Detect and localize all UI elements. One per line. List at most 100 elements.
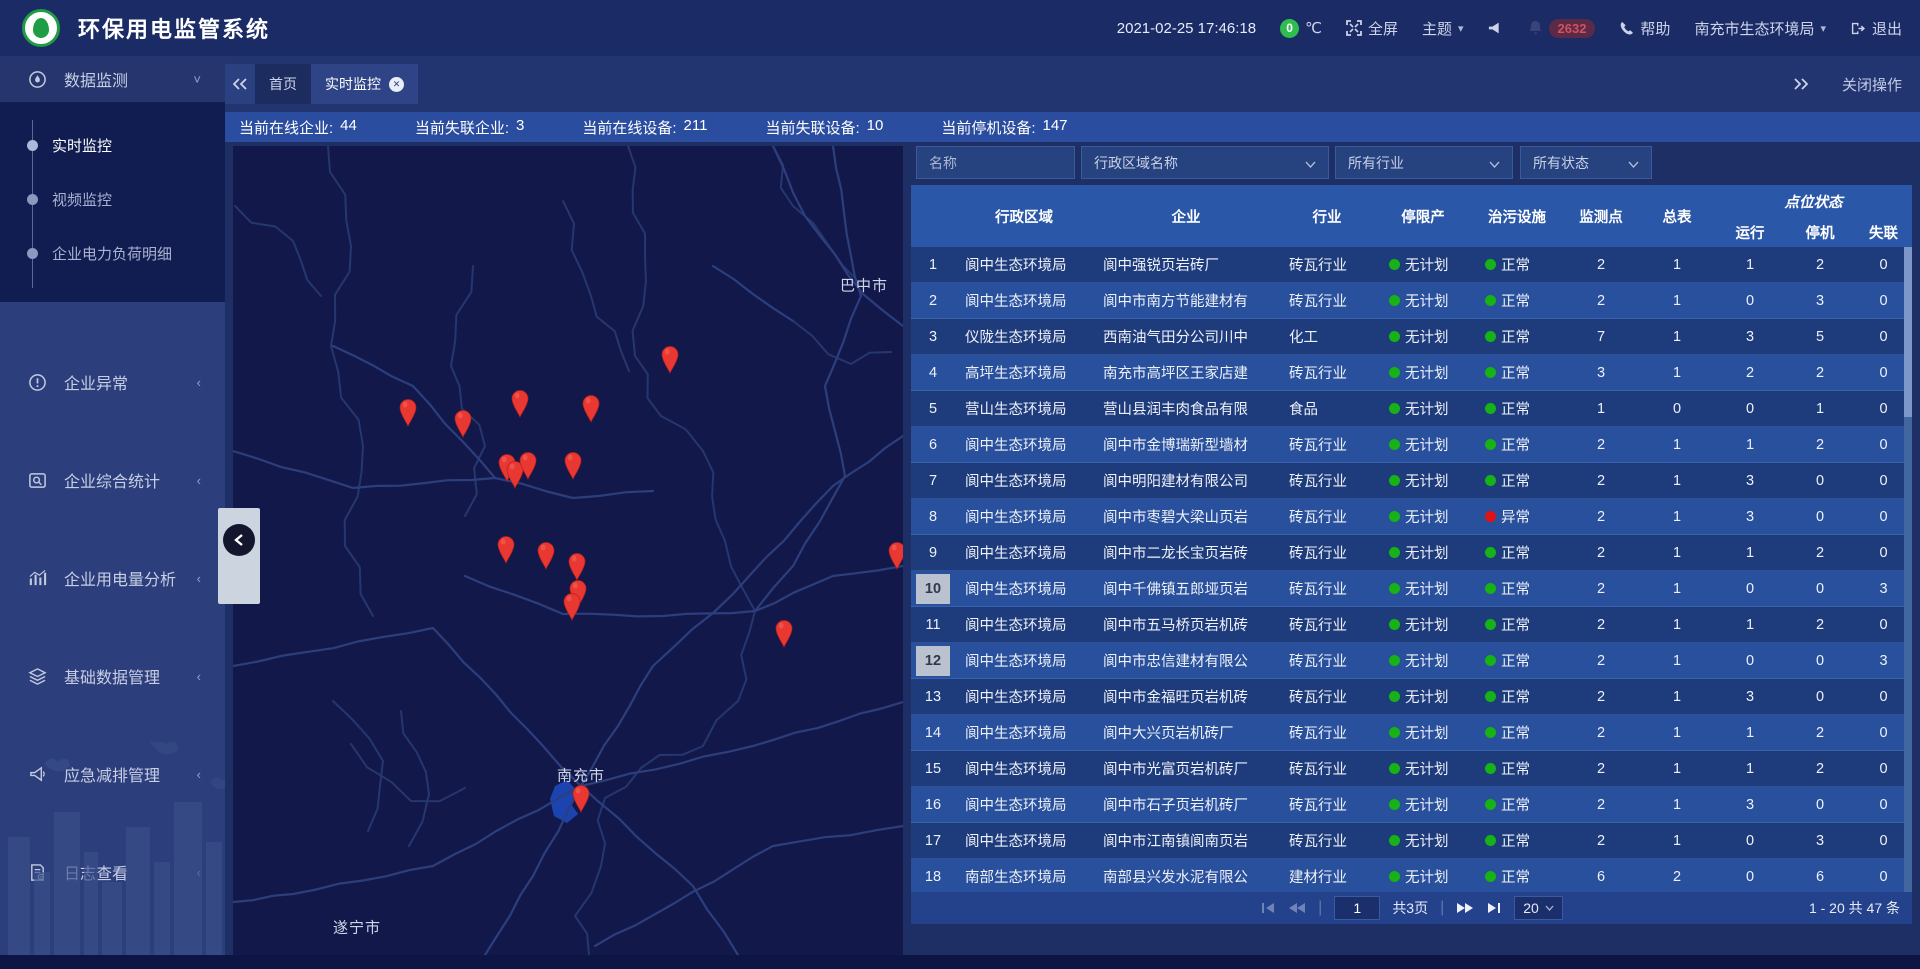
sidebar-item-power-usage-analysis[interactable]: 企业用电量分析 ‹	[0, 552, 225, 604]
table-cell: 1	[1639, 427, 1715, 462]
previous-page-button[interactable]	[1288, 902, 1306, 914]
table-cell: 1	[1639, 571, 1715, 606]
page-size-select[interactable]: 20	[1514, 896, 1563, 920]
table-row[interactable]: 9阆中生态环境局阆中市二龙长宝页岩砖砖瓦行业无计划正常21120	[911, 535, 1912, 571]
table-row[interactable]: 12阆中生态环境局阆中市忠信建材有限公砖瓦行业无计划正常21003	[911, 643, 1912, 679]
table-row[interactable]: 16阆中生态环境局阆中市石子页岩机砖厂砖瓦行业无计划正常21300	[911, 787, 1912, 823]
table-row[interactable]: 15阆中生态环境局阆中市光富页岩机砖厂砖瓦行业无计划正常21120	[911, 751, 1912, 787]
industry-select[interactable]: 所有行业	[1335, 146, 1513, 179]
map-marker-pin[interactable]	[509, 388, 531, 418]
map-canvas[interactable]: 巴中市南充市遂宁市	[233, 146, 903, 955]
table-row[interactable]: 5营山生态环境局营山县润丰肉食品有限食品无计划正常10010	[911, 391, 1912, 427]
table-cell: 3	[1785, 283, 1855, 318]
chevron-down-icon	[1305, 155, 1316, 171]
table-cell: 18	[911, 859, 955, 892]
org-dropdown[interactable]: 南充市生态环境局▾	[1694, 18, 1826, 39]
map-marker-pin[interactable]	[570, 783, 592, 813]
notifications-button[interactable]: 2632	[1528, 19, 1596, 38]
table-cell: 2	[911, 283, 955, 318]
table-row[interactable]: 18南部生态环境局南部县兴发水泥有限公建材行业无计划正常62060	[911, 859, 1912, 892]
col-industry: 行业	[1279, 185, 1375, 247]
table-cell: 无计划	[1375, 859, 1471, 892]
table-cell: 1	[1639, 535, 1715, 570]
table-cell: 阆中生态环境局	[955, 643, 1093, 678]
map-marker-pin[interactable]	[886, 540, 903, 570]
sidebar-item-power-load-detail[interactable]: 企业电力负荷明细	[0, 226, 225, 280]
bar-chart-icon	[28, 569, 48, 588]
last-page-button[interactable]	[1486, 902, 1502, 914]
table-row[interactable]: 2阆中生态环境局阆中市南方节能建材有砖瓦行业无计划正常21030	[911, 283, 1912, 319]
table-cell: 7	[911, 463, 955, 498]
table-cell: 阆中生态环境局	[955, 499, 1093, 534]
table-cell: 营山县润丰肉食品有限	[1093, 391, 1279, 426]
table-row[interactable]: 14阆中生态环境局阆中大兴页岩机砖厂砖瓦行业无计划正常21120	[911, 715, 1912, 751]
table-cell: 1	[1715, 427, 1785, 462]
logout-button[interactable]: 退出	[1850, 18, 1902, 39]
table-cell: 1	[1715, 715, 1785, 750]
help-button[interactable]: 帮助	[1619, 18, 1670, 39]
sidebar-item-realtime-monitoring[interactable]: 实时监控	[0, 118, 225, 172]
table-row[interactable]: 11阆中生态环境局阆中市五马桥页岩机砖砖瓦行业无计划正常21120	[911, 607, 1912, 643]
table-cell: 无计划	[1375, 463, 1471, 498]
col-company: 企业	[1093, 185, 1279, 247]
tab-home[interactable]: 首页	[255, 64, 311, 104]
tab-bar: 首页 实时监控 ✕ 关闭操作	[225, 56, 1920, 112]
speaker-icon	[1488, 20, 1504, 36]
table-scrollbar[interactable]	[1904, 247, 1912, 892]
map-marker-pin[interactable]	[659, 344, 681, 374]
first-page-button[interactable]	[1260, 902, 1276, 914]
table-row[interactable]: 17阆中生态环境局阆中市江南镇阆南页岩砖瓦行业无计划正常21030	[911, 823, 1912, 859]
map-marker-pin[interactable]	[452, 408, 474, 438]
sound-button[interactable]	[1488, 20, 1504, 36]
table-row[interactable]: 4高坪生态环境局南充市高坪区王家店建砖瓦行业无计划正常31220	[911, 355, 1912, 391]
fullscreen-button[interactable]: 全屏	[1346, 18, 1398, 39]
map-marker-pin[interactable]	[495, 534, 517, 564]
stat-online-companies: 当前在线企业:44	[239, 117, 357, 138]
sidebar-item-enterprise-abnormal[interactable]: 企业异常 ‹	[0, 356, 225, 408]
tabs-scroll-right-button[interactable]	[1794, 78, 1808, 90]
sidebar-item-video-monitoring[interactable]: 视频监控	[0, 172, 225, 226]
map-marker-pin[interactable]	[397, 397, 419, 427]
table-cell: 阆中市金博瑞新型墙材	[1093, 427, 1279, 462]
table-row[interactable]: 13阆中生态环境局阆中市金福旺页岩机砖砖瓦行业无计划正常21300	[911, 679, 1912, 715]
region-select[interactable]: 行政区域名称	[1081, 146, 1329, 179]
map-marker-pin[interactable]	[517, 450, 539, 480]
sidebar-item-enterprise-statistics[interactable]: 企业综合统计 ‹	[0, 454, 225, 506]
map-marker-pin[interactable]	[561, 591, 583, 621]
table-cell: 阆中生态环境局	[955, 535, 1093, 570]
map-marker-pin[interactable]	[566, 551, 588, 581]
close-operations-button[interactable]: 关闭操作	[1842, 74, 1902, 95]
map-marker-pin[interactable]	[580, 393, 602, 423]
table-row[interactable]: 10阆中生态环境局阆中千佛镇五郎垭页岩砖瓦行业无计划正常21003	[911, 571, 1912, 607]
table-cell: 阆中生态环境局	[955, 679, 1093, 714]
bell-icon	[1528, 20, 1543, 36]
map-marker-pin[interactable]	[535, 540, 557, 570]
table-cell: 8	[911, 499, 955, 534]
table-cell: 13	[911, 679, 955, 714]
sidebar-item-basic-data-management[interactable]: 基础数据管理 ‹	[0, 650, 225, 702]
chevron-down-icon: ˅	[193, 72, 201, 87]
table-row[interactable]: 7阆中生态环境局阆中明阳建材有限公司砖瓦行业无计划正常21300	[911, 463, 1912, 499]
name-search-input[interactable]	[916, 146, 1075, 179]
table-row[interactable]: 6阆中生态环境局阆中市金博瑞新型墙材砖瓦行业无计划正常21120	[911, 427, 1912, 463]
theme-dropdown[interactable]: 主题▾	[1422, 18, 1464, 39]
map-marker-pin[interactable]	[562, 450, 584, 480]
map-collapse-handle[interactable]	[218, 508, 260, 604]
table-row[interactable]: 1阆中生态环境局阆中强锐页岩砖厂砖瓦行业无计划正常21120	[911, 247, 1912, 283]
status-select[interactable]: 所有状态	[1520, 146, 1652, 179]
tab-realtime-monitoring[interactable]: 实时监控 ✕	[311, 64, 418, 104]
table-row[interactable]: 3仪陇生态环境局西南油气田分公司川中化工无计划正常71350	[911, 319, 1912, 355]
stat-online-devices: 当前在线设备:211	[582, 117, 707, 138]
table-cell: 砖瓦行业	[1279, 535, 1375, 570]
close-tab-icon[interactable]: ✕	[389, 77, 404, 92]
sidebar-item-data-monitoring[interactable]: 数据监测 ˅	[0, 56, 225, 102]
monitor-icon	[28, 70, 48, 89]
next-page-button[interactable]	[1456, 902, 1474, 914]
table-row[interactable]: 8阆中生态环境局阆中市枣碧大梁山页岩砖瓦行业无计划异常21300	[911, 499, 1912, 535]
table-cell: 化工	[1279, 319, 1375, 354]
tabs-scroll-left-button[interactable]	[225, 64, 255, 104]
page-number-input[interactable]	[1334, 896, 1380, 920]
table-cell: 0	[1715, 643, 1785, 678]
map-marker-pin[interactable]	[773, 618, 795, 648]
table-cell: 阆中市二龙长宝页岩砖	[1093, 535, 1279, 570]
